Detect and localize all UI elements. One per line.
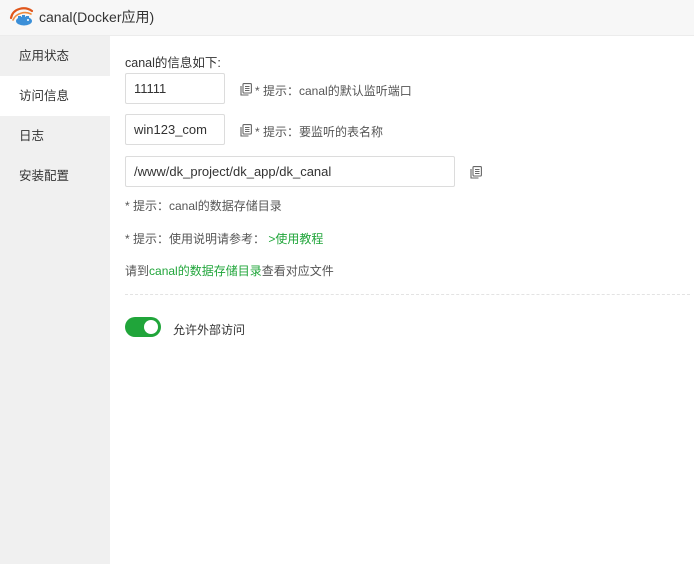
sidebar: 应用状态 访问信息 日志 安装配置 [0,36,110,564]
window-titlebar: canal(Docker应用) [0,0,694,36]
usage-hint-text: * 提示：使用说明请参考： [125,232,266,246]
copy-table-icon[interactable] [240,124,252,137]
sidebar-item-logs[interactable]: 日志 [0,116,110,156]
data-dir-note-prefix: 请到 [125,264,150,278]
port-hint: * 提示：canal的默认监听端口 [255,84,412,98]
sidebar-item-access-info[interactable]: 访问信息 [0,76,110,116]
access-info-panel: canal的信息如下: * 提示：canal的默认监听端口 * 提示：要监听的表… [110,36,694,564]
section-divider [125,294,690,295]
external-access-toggle[interactable] [125,317,161,337]
data-dir-link[interactable]: canal的数据存储目录 [149,264,262,278]
sidebar-item-install-config[interactable]: 安装配置 [0,156,110,196]
table-hint: * 提示：要监听的表名称 [255,125,384,139]
usage-hint: * 提示：使用说明请参考： >使用教程 [125,230,323,247]
data-dir-note: 请到canal的数据存储目录查看对应文件 [125,262,334,279]
sidebar-item-app-status[interactable]: 应用状态 [0,36,110,76]
table-name-input[interactable] [125,114,225,145]
port-input[interactable] [125,73,225,104]
canal-logo-icon [9,7,34,26]
data-path-input[interactable] [125,156,455,187]
window-title: canal(Docker应用) [39,9,155,25]
data-dir-note-suffix: 查看对应文件 [261,264,334,278]
copy-path-icon[interactable] [470,166,482,179]
copy-port-icon[interactable] [240,83,252,96]
usage-tutorial-link[interactable]: >使用教程 [268,232,323,246]
info-heading: canal的信息如下: [125,56,221,70]
toggle-knob [144,320,158,334]
path-hint: * 提示：canal的数据存储目录 [125,199,282,213]
external-access-label: 允许外部访问 [173,323,246,337]
